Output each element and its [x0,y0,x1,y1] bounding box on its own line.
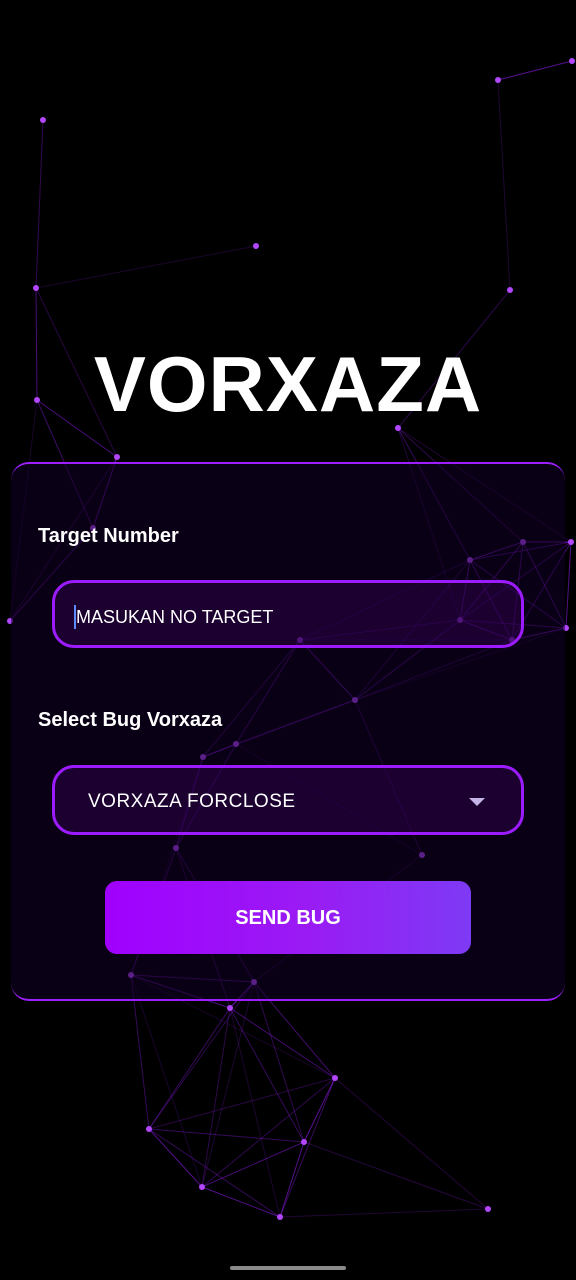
network-link [148,1007,231,1130]
network-link [279,1208,489,1218]
network-link [303,1141,489,1210]
network-node [33,285,39,291]
send-bug-button[interactable]: SEND BUG [105,881,471,954]
network-link [35,119,44,289]
network-link [201,1186,281,1218]
network-link [229,1007,336,1079]
network-node [568,539,574,545]
chevron-down-icon [469,798,485,806]
network-link [201,981,255,1188]
network-node [569,58,575,64]
app-title: VORXAZA [93,340,483,428]
select-bug-label: Select Bug Vorxaza [38,709,223,731]
network-link [279,1141,305,1218]
network-node [277,1214,283,1220]
network-link [130,974,203,1188]
network-node [495,77,501,83]
network-node [332,1075,338,1081]
network-link [148,1128,281,1218]
bug-type-select[interactable]: VORXAZA FORCLOSE [52,765,524,835]
network-link [253,981,305,1143]
network-link [303,1077,336,1143]
network-node [146,1126,152,1132]
target-number-placeholder: MASUKAN NO TARGET [76,607,274,627]
network-link [229,1007,281,1218]
home-indicator [230,1266,346,1270]
network-node [40,117,46,123]
network-link [497,79,511,291]
network-link [35,245,257,289]
network-node [301,1139,307,1145]
network-link [148,981,255,1130]
target-number-label: Target Number [38,525,179,547]
network-link [201,1141,305,1188]
network-node [507,287,513,293]
network-link [334,1077,489,1210]
network-node [253,243,259,249]
network-link [565,541,572,629]
network-node [227,1005,233,1011]
network-node [485,1206,491,1212]
network-node [114,454,120,460]
bug-type-selected-value: VORXAZA FORCLOSE [88,791,296,812]
network-link [148,1128,305,1143]
network-link [497,60,573,81]
network-link [148,1128,203,1188]
target-number-input[interactable]: MASUKAN NO TARGET [52,580,524,648]
network-node [199,1184,205,1190]
network-link [148,1077,336,1130]
network-link [279,1077,336,1218]
